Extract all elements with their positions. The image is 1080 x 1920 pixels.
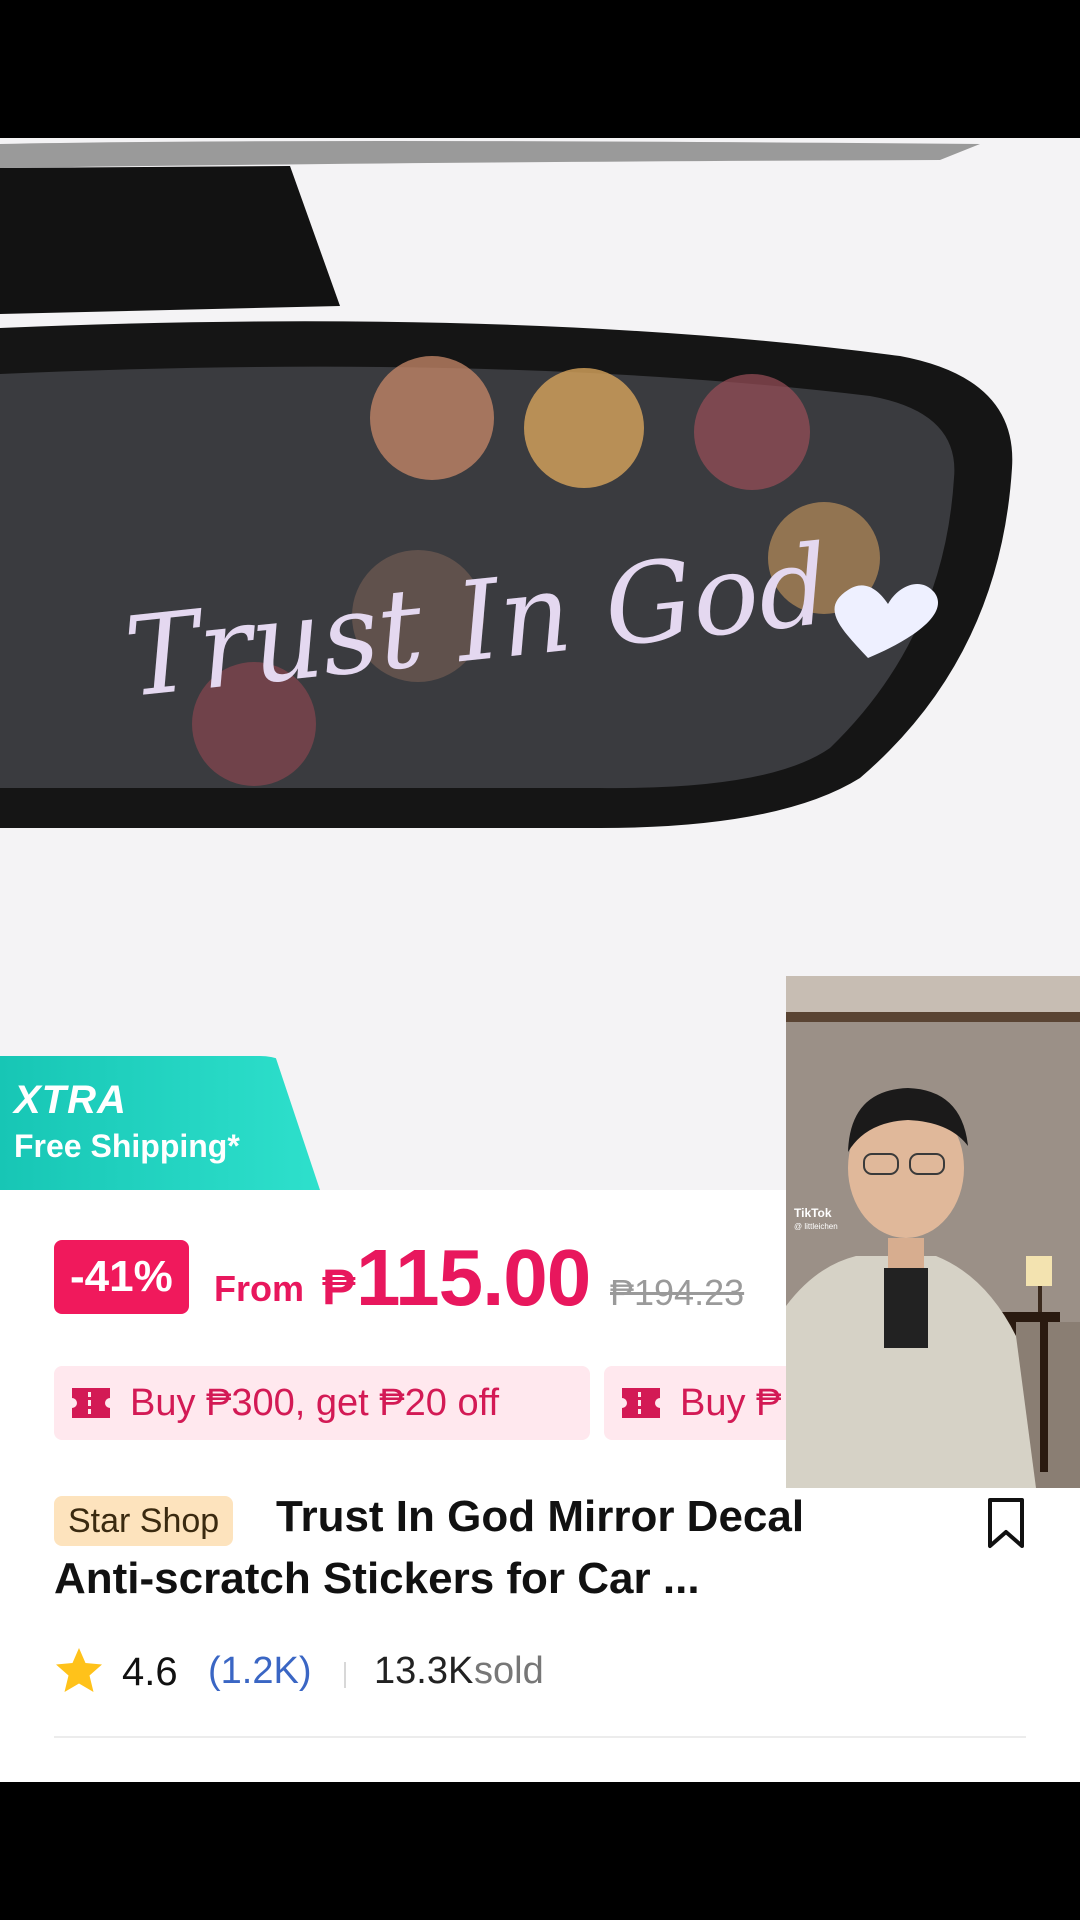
voucher-label: Buy ₱ bbox=[680, 1382, 782, 1424]
tiktok-logo: TikTok bbox=[794, 1206, 832, 1220]
price-currency: ₱ bbox=[322, 1259, 356, 1315]
rating-row[interactable]: 4.6 (1.2K) 13.3K sold bbox=[54, 1642, 754, 1698]
price-value: 115.00 bbox=[356, 1233, 591, 1322]
xtra-title: XTRA bbox=[14, 1078, 127, 1122]
tiktok-username: @ littleichen bbox=[794, 1222, 838, 1231]
product-title-continued[interactable]: Anti-scratch Stickers for Car ... bbox=[54, 1554, 700, 1604]
xtra-free-shipping-badge: XTRA Free Shipping* bbox=[0, 1056, 320, 1190]
product-title[interactable]: Trust In God Mirror Decal bbox=[276, 1492, 804, 1542]
divider bbox=[54, 1736, 1026, 1738]
bottom-black-bar bbox=[0, 1782, 1080, 1920]
sold-count: 13.3K bbox=[374, 1650, 474, 1692]
voucher-chip[interactable]: Buy ₱300, get ₱20 off bbox=[54, 1366, 590, 1440]
review-count[interactable]: (1.2K) bbox=[208, 1650, 311, 1693]
xtra-subtitle: Free Shipping* bbox=[14, 1128, 240, 1164]
voucher-icon bbox=[72, 1388, 110, 1418]
rating-value: 4.6 bbox=[122, 1650, 178, 1694]
picture-in-picture-video[interactable]: TikTok @ littleichen bbox=[786, 976, 1080, 1488]
voucher-icon bbox=[622, 1388, 660, 1418]
price-from-label: From bbox=[214, 1268, 304, 1309]
divider bbox=[344, 1662, 346, 1688]
top-black-bar bbox=[0, 0, 1080, 138]
voucher-label: Buy ₱300, get ₱20 off bbox=[130, 1382, 500, 1424]
original-price: ₱194.23 bbox=[610, 1272, 745, 1313]
price-row: -41% From ₱ 115.00 ₱194.23 bbox=[54, 1233, 794, 1322]
discount-badge: -41% bbox=[54, 1240, 189, 1314]
bookmark-icon[interactable] bbox=[984, 1496, 1028, 1550]
star-icon bbox=[56, 1648, 102, 1692]
star-shop-badge: Star Shop bbox=[54, 1496, 234, 1546]
sold-label: sold bbox=[474, 1650, 544, 1692]
